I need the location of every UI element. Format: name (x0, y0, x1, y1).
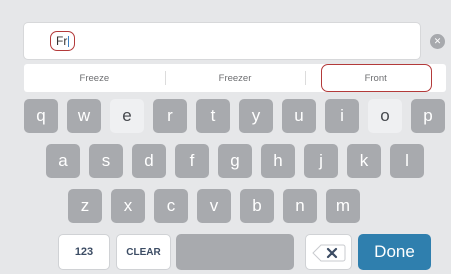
key-r[interactable]: r (153, 99, 187, 133)
key-w[interactable]: w (67, 99, 101, 133)
key-e[interactable]: e (110, 99, 144, 133)
suggestion-label: Freezer (218, 72, 252, 84)
text-caret (68, 35, 70, 47)
key-t[interactable]: t (196, 99, 230, 133)
key-q[interactable]: q (24, 99, 58, 133)
key-b[interactable]: b (240, 189, 274, 223)
key-y[interactable]: y (239, 99, 273, 133)
key-u[interactable]: u (282, 99, 316, 133)
suggestion-freezer[interactable]: Freezer (164, 64, 306, 92)
key-f[interactable]: f (175, 144, 209, 178)
key-a[interactable]: a (46, 144, 80, 178)
clear-input-icon[interactable]: ✕ (430, 34, 445, 49)
key-k[interactable]: k (347, 144, 381, 178)
backspace-key[interactable] (305, 234, 352, 270)
space-key[interactable] (176, 234, 294, 270)
key-l[interactable]: l (390, 144, 424, 178)
key-g[interactable]: g (218, 144, 252, 178)
key-m[interactable]: m (326, 189, 360, 223)
suggestion-label: Freeze (79, 72, 110, 84)
suggestion-front[interactable]: Front (305, 64, 446, 92)
search-input[interactable]: Fr (24, 23, 420, 59)
backspace-icon (312, 244, 346, 262)
key-p[interactable]: p (411, 99, 445, 133)
key-c[interactable]: c (154, 189, 188, 223)
key-v[interactable]: v (197, 189, 231, 223)
typed-text-highlight: Fr (50, 31, 76, 51)
key-i[interactable]: i (325, 99, 359, 133)
suggestion-bar: Freeze Freezer Front (24, 64, 446, 92)
key-h[interactable]: h (261, 144, 295, 178)
key-s[interactable]: s (89, 144, 123, 178)
done-button[interactable]: Done (358, 234, 431, 270)
key-x[interactable]: x (111, 189, 145, 223)
clear-button[interactable]: CLEAR (116, 234, 171, 270)
key-d[interactable]: d (132, 144, 166, 178)
selection-highlight (321, 64, 433, 92)
key-j[interactable]: j (304, 144, 338, 178)
key-z[interactable]: z (68, 189, 102, 223)
suggestion-freeze[interactable]: Freeze (24, 64, 165, 92)
key-o[interactable]: o (368, 99, 402, 133)
numbers-key[interactable]: 123 (58, 234, 110, 270)
typed-text: Fr (56, 34, 68, 48)
key-n[interactable]: n (283, 189, 317, 223)
